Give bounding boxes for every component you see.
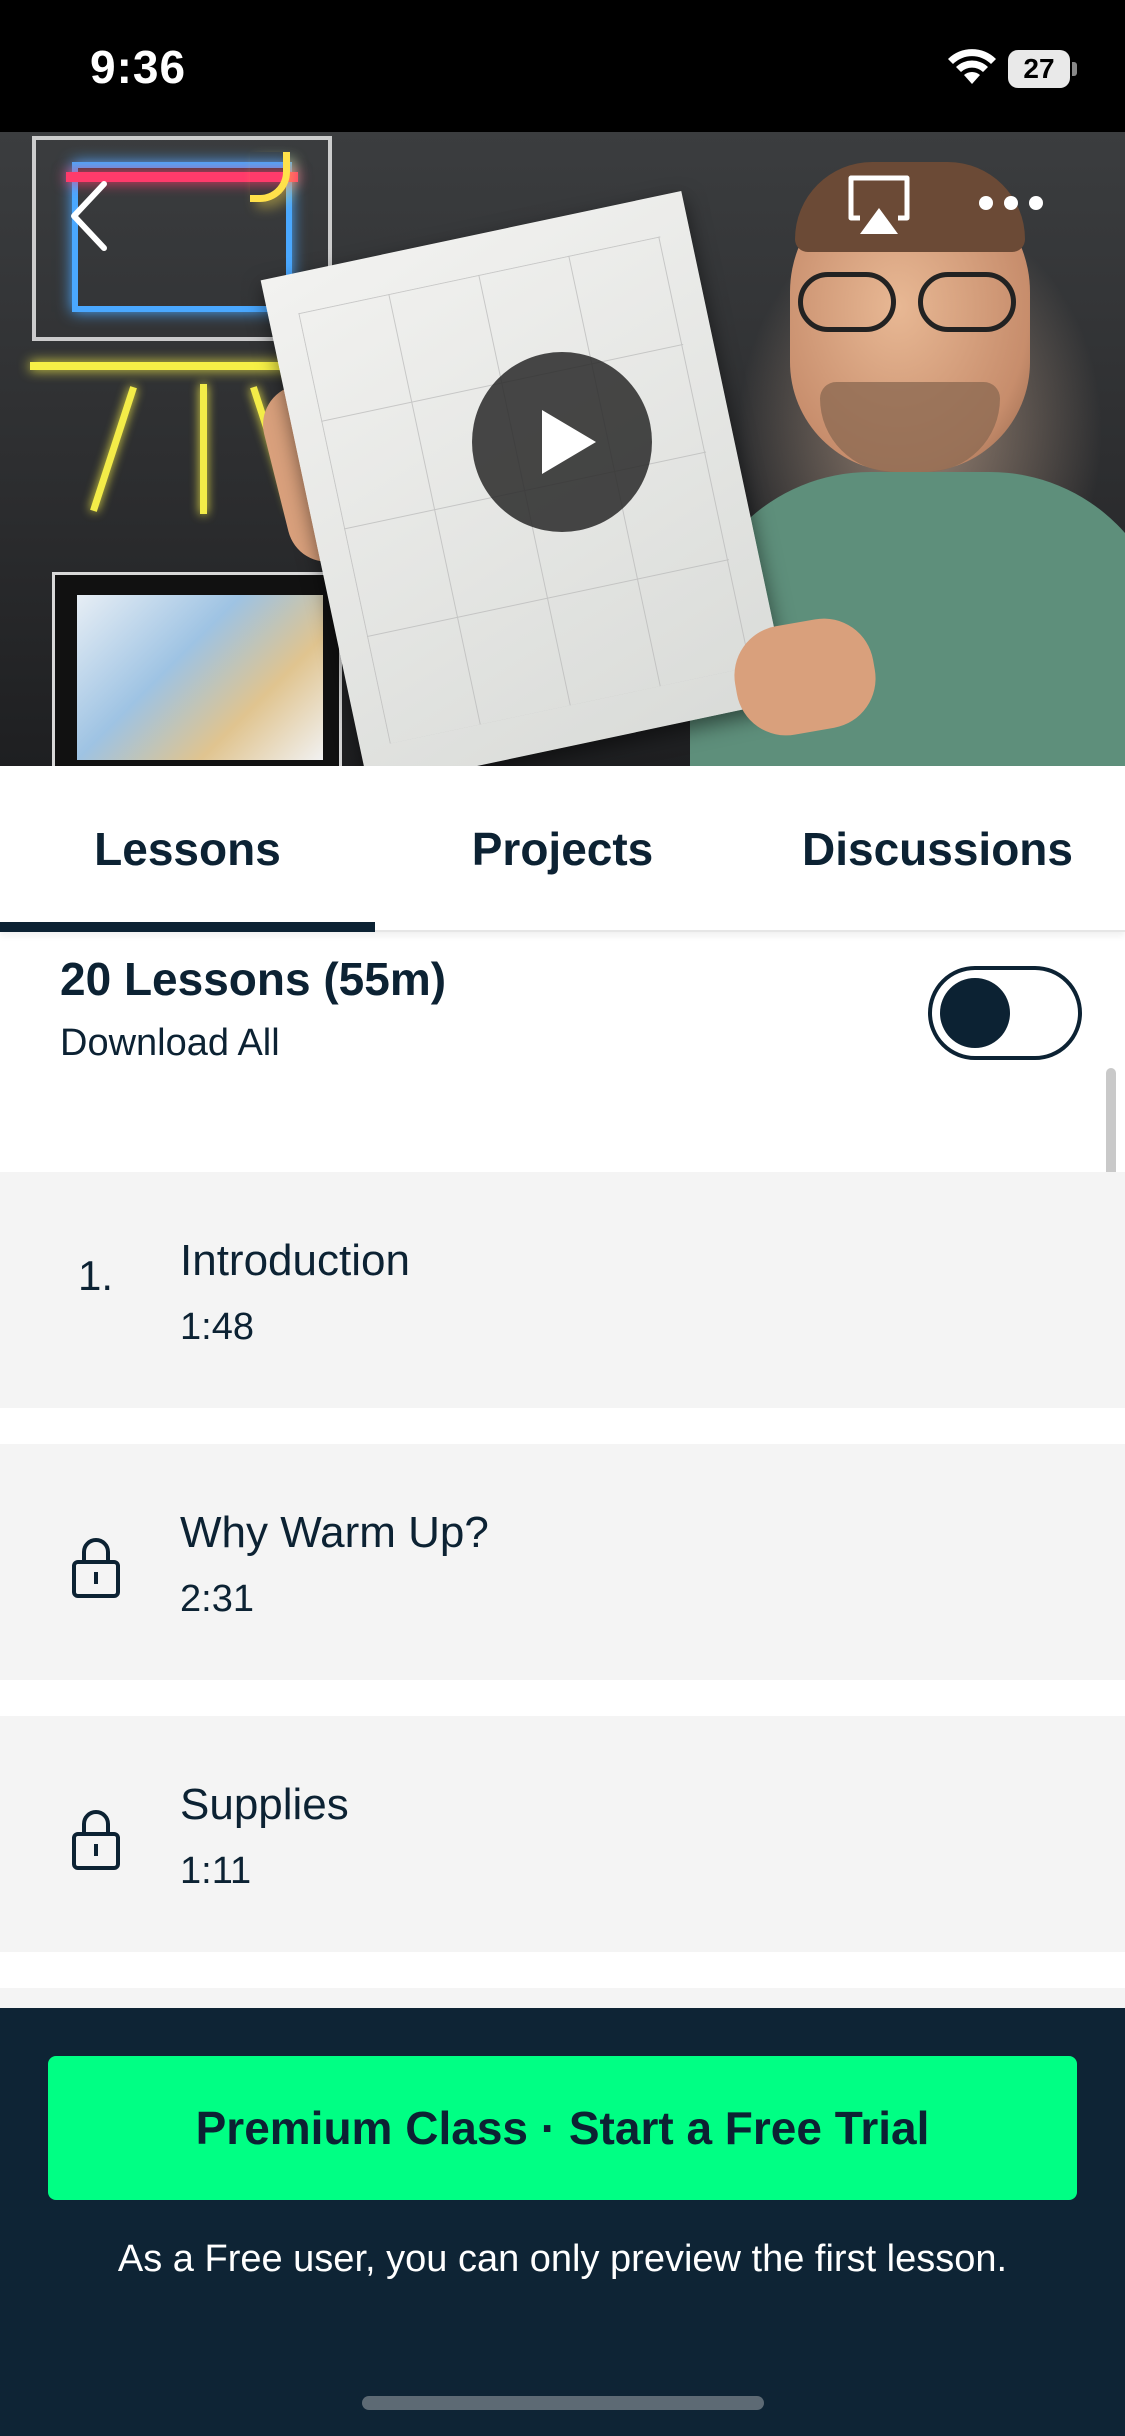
tab-projects[interactable]: Projects xyxy=(375,766,750,932)
painting-canvas xyxy=(77,595,323,760)
status-time: 9:36 xyxy=(90,41,187,93)
neon-leg-decoration xyxy=(90,386,137,512)
lessons-summary: 20 Lessons (55m) xyxy=(60,953,447,1005)
video-player[interactable] xyxy=(0,132,1125,766)
lesson-row-peek xyxy=(0,1988,1125,2008)
battery-level: 27 xyxy=(1008,50,1070,88)
lesson-row-2[interactable]: Why Warm Up? 2:31 xyxy=(0,1444,1125,1680)
lesson-title: Why Warm Up? xyxy=(180,1508,489,1557)
back-chevron-icon[interactable] xyxy=(62,176,122,256)
battery-nub xyxy=(1072,62,1077,76)
play-icon xyxy=(542,410,596,474)
instructor-glasses xyxy=(798,272,1018,332)
lesson-duration: 2:31 xyxy=(180,1578,254,1620)
lock-icon xyxy=(72,1538,120,1598)
download-all-toggle[interactable] xyxy=(928,966,1082,1060)
lesson-duration: 1:11 xyxy=(180,1850,252,1892)
lesson-title: Introduction xyxy=(180,1236,410,1285)
tab-bar: Lessons Projects Discussions xyxy=(0,766,1125,932)
battery-icon: 27 xyxy=(1008,50,1077,88)
neon-leg-decoration xyxy=(200,384,207,514)
home-indicator[interactable] xyxy=(362,2396,764,2410)
lesson-title: Supplies xyxy=(180,1780,349,1829)
lesson-number: 1. xyxy=(78,1252,114,1299)
lesson-row-3[interactable]: Supplies 1:11 xyxy=(0,1716,1125,1952)
start-free-trial-button[interactable]: Premium Class · Start a Free Trial xyxy=(48,2056,1077,2200)
lock-icon xyxy=(72,1810,120,1870)
active-tab-indicator xyxy=(0,922,375,932)
download-all-label: Download All xyxy=(60,1022,280,1064)
free-user-note: As a Free user, you can only preview the… xyxy=(117,2238,1008,2280)
airplay-icon[interactable] xyxy=(846,174,912,236)
wifi-icon xyxy=(948,49,996,84)
lesson-duration: 1:48 xyxy=(180,1306,254,1348)
tab-discussions[interactable]: Discussions xyxy=(750,766,1125,932)
toggle-knob xyxy=(940,978,1010,1048)
tab-lessons[interactable]: Lessons xyxy=(0,766,375,932)
play-button[interactable] xyxy=(472,352,652,532)
framed-painting xyxy=(52,572,342,766)
lesson-row-1[interactable]: 1. Introduction 1:48 xyxy=(0,1172,1125,1408)
more-horizontal-icon[interactable] xyxy=(978,192,1044,214)
status-bar: 9:36 27 xyxy=(0,0,1125,132)
